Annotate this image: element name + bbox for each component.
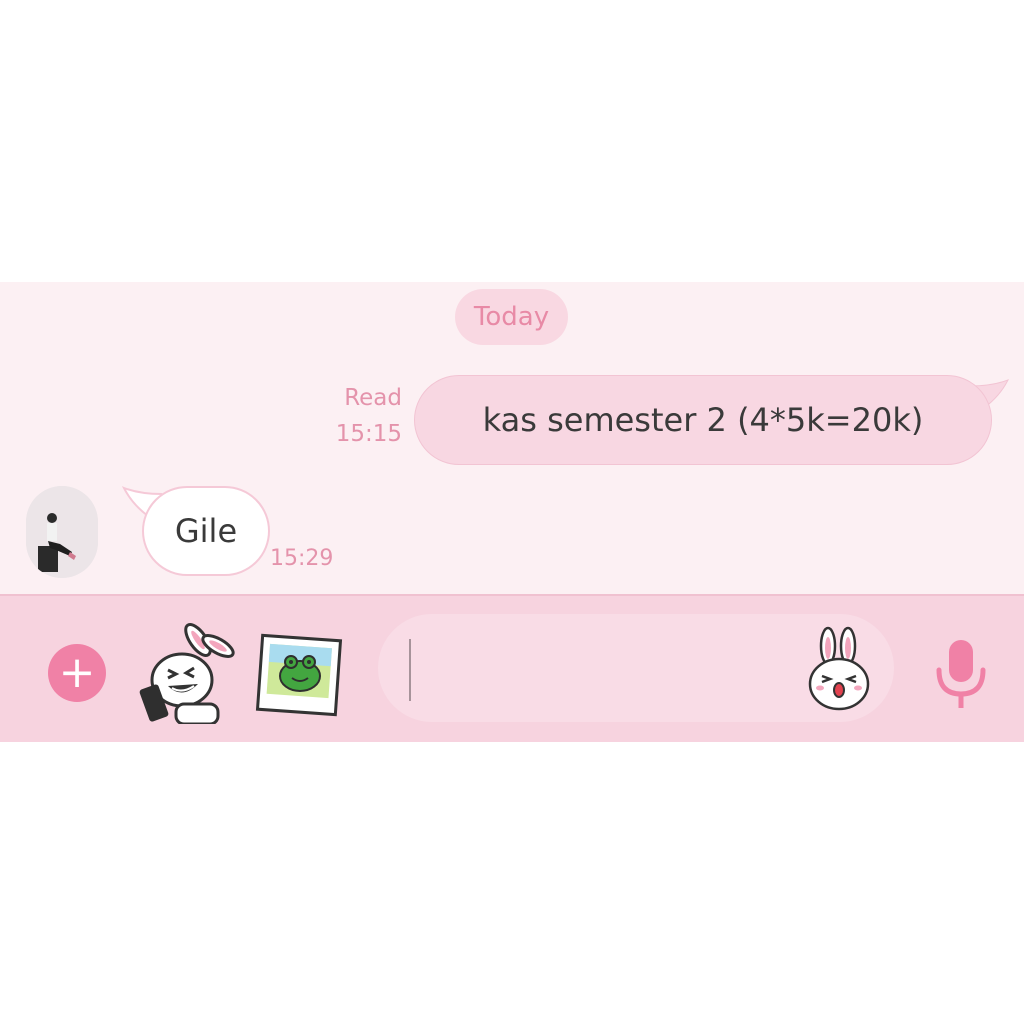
date-label: Today	[473, 302, 550, 332]
incoming-time: 15:29	[270, 546, 334, 571]
bunny-face-emoji-icon	[808, 626, 870, 711]
incoming-message-text: Gile	[174, 512, 238, 550]
person-photo-icon	[26, 486, 98, 578]
sticker-button[interactable]	[138, 620, 236, 726]
outgoing-message-meta: Read 15:15	[330, 380, 402, 452]
photo-gallery-button[interactable]	[254, 632, 346, 720]
outgoing-message-bubble[interactable]: kas semester 2 (4*5k=20k)	[414, 375, 992, 465]
outgoing-message-text: kas semester 2 (4*5k=20k)	[482, 401, 924, 439]
emoji-button[interactable]	[806, 626, 872, 712]
voice-message-button[interactable]	[930, 634, 992, 714]
outgoing-time: 15:15	[335, 421, 402, 447]
add-attachment-button[interactable]: +	[48, 644, 106, 702]
photo-sticker-icon	[255, 633, 343, 717]
bunny-sticker-icon	[139, 623, 235, 726]
incoming-message-bubble[interactable]: Gile	[142, 486, 270, 576]
text-cursor	[409, 639, 411, 701]
contact-avatar[interactable]	[26, 486, 98, 578]
date-separator: Today	[455, 289, 568, 345]
microphone-icon	[936, 640, 986, 708]
read-status: Read	[344, 385, 402, 411]
plus-icon: +	[58, 647, 96, 698]
